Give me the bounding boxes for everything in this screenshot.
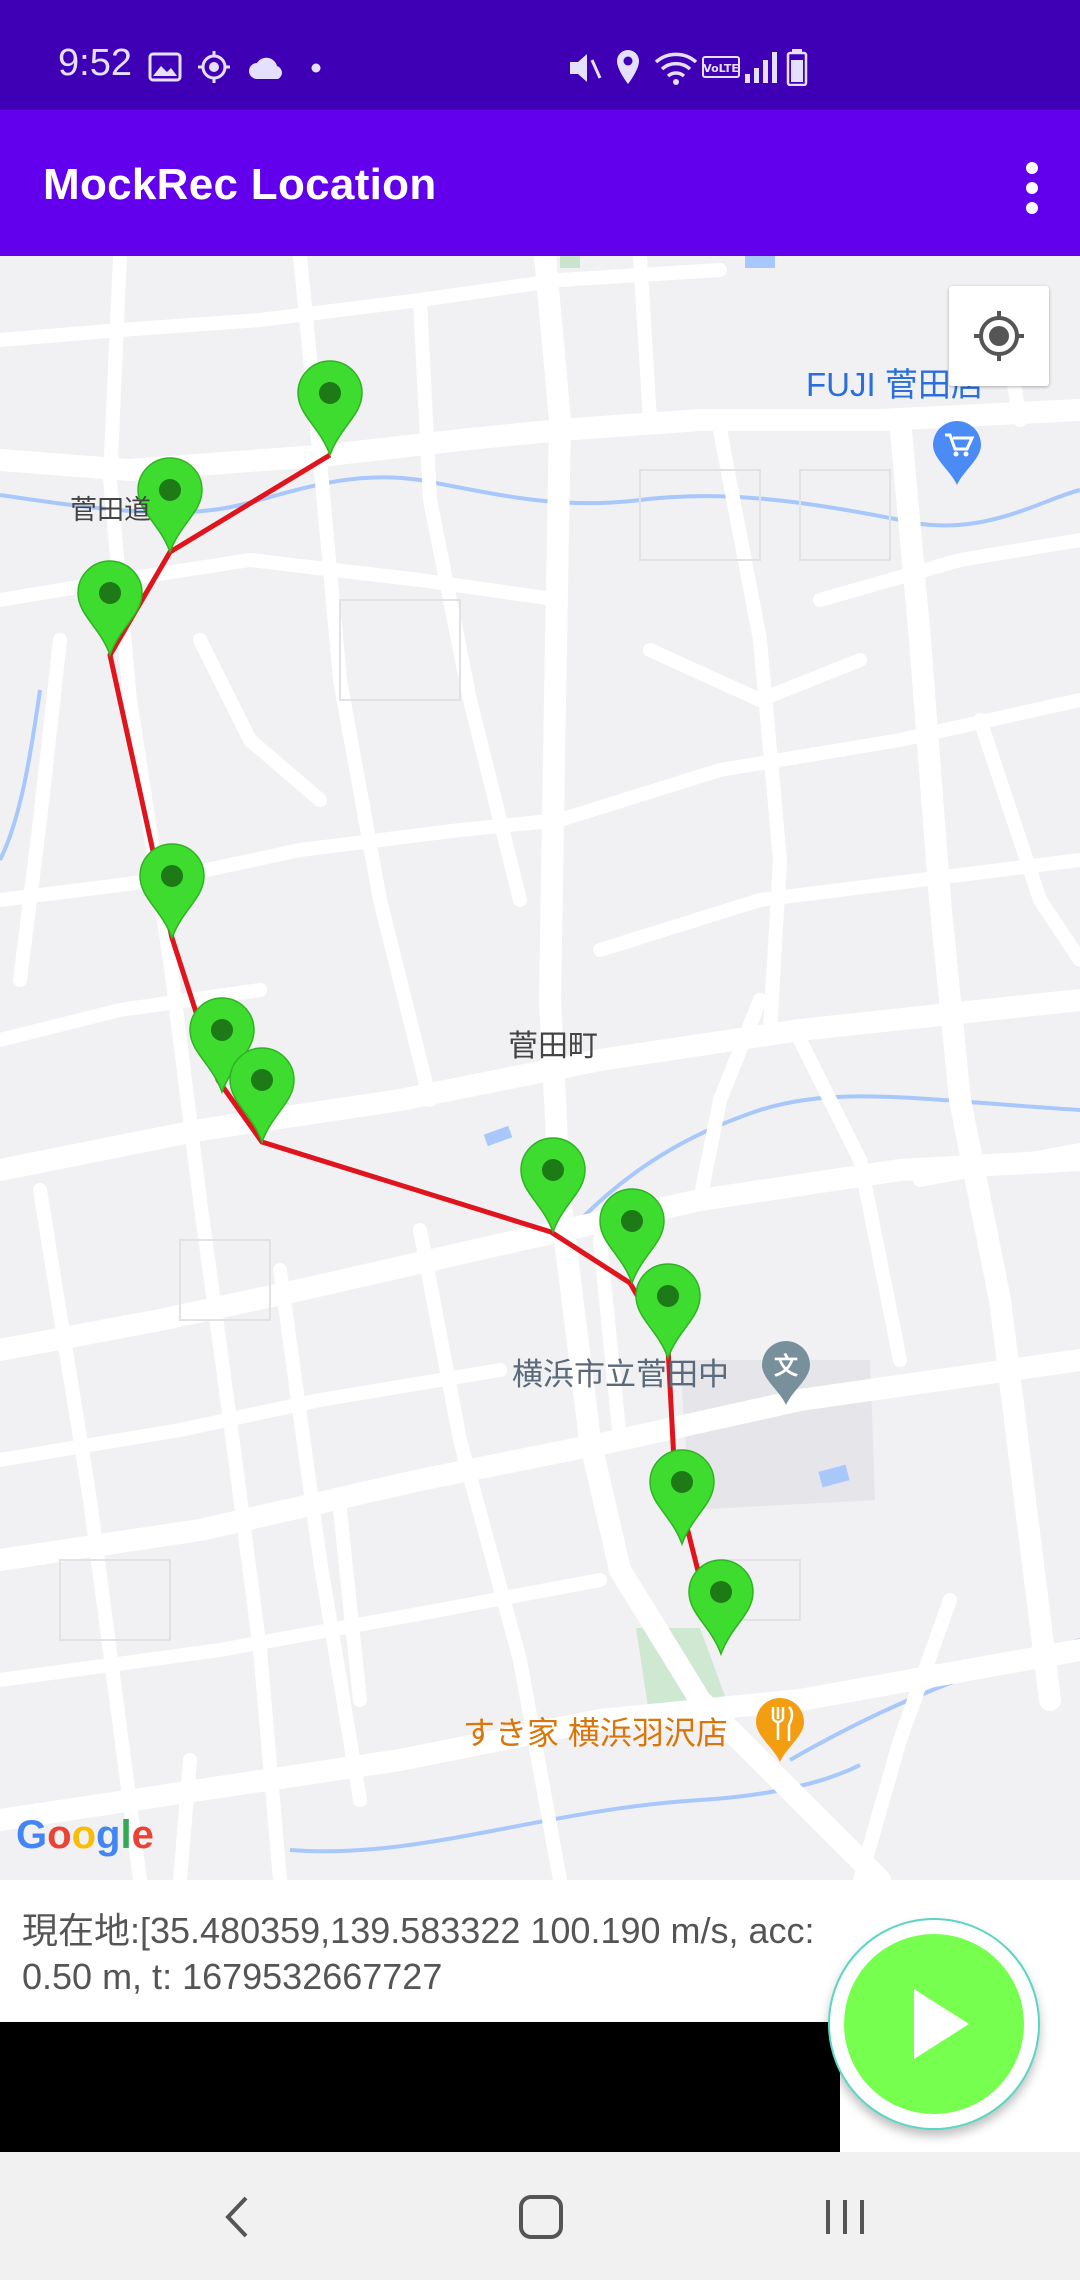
volte-icon: VoLTE <box>702 56 740 78</box>
my-location-icon <box>974 311 1024 361</box>
map-label-school: 横浜市立菅田中 <box>512 1357 729 1392</box>
play-button[interactable] <box>828 1918 1040 2130</box>
svg-text:Google: Google <box>16 1813 154 1857</box>
google-logo: Google <box>16 1813 154 1857</box>
current-location-text: 現在地:[35.480359,139.583322 100.190 m/s, a… <box>22 1910 815 1997</box>
status-bar: 9:52 VoLTE <box>0 0 1080 110</box>
back-icon[interactable] <box>218 2192 258 2242</box>
app-title: MockRec Location <box>43 160 437 209</box>
wifi-icon <box>654 52 698 85</box>
dot-icon <box>311 63 321 73</box>
map-view[interactable]: 文 FUJI 菅田店 菅田道 菅田町 横浜市立菅田中 すき家 横浜羽沢店 Goo… <box>0 256 1080 1880</box>
bottom-black-area <box>0 2022 840 2152</box>
location-info-panel: 現在地:[35.480359,139.583322 100.190 m/s, a… <box>0 1880 830 2022</box>
map-label-sugata-cho: 菅田町 <box>508 1030 598 1063</box>
gallery-icon <box>148 52 182 82</box>
location-target-icon <box>198 51 230 83</box>
svg-text:文: 文 <box>774 1352 799 1380</box>
map-label-sukiya: すき家 横浜羽沢店 <box>463 1715 728 1751</box>
overflow-menu-icon[interactable] <box>1012 160 1052 216</box>
signal-icon <box>745 52 777 83</box>
cloud-icon <box>249 57 282 79</box>
app-bar: MockRec Location <box>0 110 1080 256</box>
play-icon <box>914 1989 969 2059</box>
navigation-bar <box>0 2152 1080 2280</box>
status-time: 9:52 <box>58 42 132 84</box>
mute-icon <box>570 54 602 82</box>
home-icon[interactable] <box>516 2192 566 2242</box>
map-label-sugata-michi: 菅田道 <box>70 495 151 525</box>
location-pin-icon <box>617 50 639 84</box>
battery-icon <box>786 49 808 86</box>
play-button-inner <box>844 1934 1024 2114</box>
recents-icon[interactable] <box>820 2192 870 2242</box>
svg-text:VoLTE: VoLTE <box>703 62 739 75</box>
map-roads: 文 <box>0 256 1080 1880</box>
my-location-button[interactable] <box>949 286 1049 386</box>
